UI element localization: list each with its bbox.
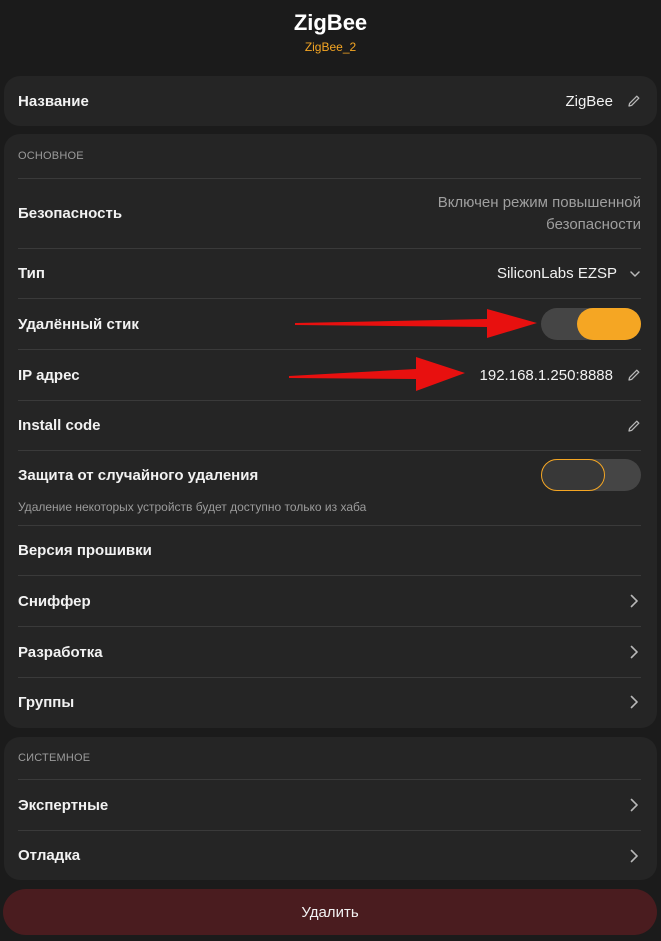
section-title-system: СИСТЕМНОЕ (18, 752, 91, 764)
firmware-label: Версия прошивки (18, 542, 152, 559)
delete-protect-toggle-wrap (541, 459, 641, 491)
chevron-right-icon (630, 695, 638, 709)
chevron-right-icon (630, 645, 638, 659)
section-title-main: ОСНОВНОЕ (18, 150, 84, 162)
chevron-right-icon (630, 849, 638, 862)
divider (18, 450, 641, 451)
install-code-value-group (613, 419, 641, 433)
pencil-icon[interactable] (627, 94, 641, 108)
security-value-line2: безопасности (546, 215, 641, 233)
delete-protect-hint: Удаление некоторых устройств будет досту… (18, 500, 367, 514)
groups-label: Группы (18, 693, 75, 711)
annotation-arrow-icon (289, 357, 465, 391)
type-row[interactable]: Тип SiliconLabs EZSP (18, 249, 641, 298)
toggle-knob (541, 459, 605, 491)
sniffer-label: Сниффер (18, 592, 91, 610)
chevron-down-icon (630, 270, 640, 277)
ip-label: IP адрес (18, 366, 80, 384)
install-code-label: Install code (18, 417, 101, 434)
ip-value: 192.168.1.250:8888 (479, 366, 613, 384)
pencil-icon[interactable] (627, 419, 641, 433)
page-title: ZigBee (293, 10, 368, 35)
chevron-right-icon (630, 798, 638, 812)
main-settings-card: ОСНОВНОЕ Безопасность Включен режим повы… (4, 134, 657, 728)
groups-row[interactable]: Группы (18, 678, 641, 726)
name-card: Название ZigBee (4, 76, 657, 126)
security-value-line1: Включен режим повышенной (437, 193, 641, 211)
name-value-group: ZigBee (565, 93, 641, 110)
name-row[interactable]: Название ZigBee (18, 76, 641, 126)
ip-value-group: 192.168.1.250:8888 (480, 367, 641, 384)
security-row[interactable]: Безопасность Включен режим повышенной бе… (18, 179, 641, 248)
remote-stick-toggle[interactable] (541, 308, 641, 340)
chevron-right-icon (630, 594, 638, 608)
type-value: SiliconLabs EZSP (496, 265, 617, 282)
debug-label: Отладка (18, 847, 81, 864)
annotation-arrow-icon (295, 309, 537, 338)
development-label: Разработка (18, 643, 103, 661)
delete-protect-label: Защита от случайного удаления (18, 466, 259, 484)
sniffer-row[interactable]: Сниффер (18, 576, 641, 626)
install-code-row[interactable]: Install code (18, 401, 641, 450)
page-header: ZigBee ZigBee_2 (0, 0, 661, 72)
firmware-row[interactable]: Версия прошивки (18, 526, 641, 575)
pencil-icon[interactable] (627, 368, 641, 382)
remote-stick-label: Удалённый стик (18, 315, 139, 333)
type-select[interactable]: SiliconLabs EZSP (497, 265, 641, 282)
development-row[interactable]: Разработка (18, 627, 641, 677)
toggle-knob (577, 308, 641, 340)
delete-protect-toggle[interactable] (541, 459, 641, 491)
security-value: Включен режим повышенной безопасности (438, 192, 641, 236)
debug-row[interactable]: Отладка (18, 831, 641, 880)
expert-row[interactable]: Экспертные (18, 780, 641, 830)
system-settings-card: СИСТЕМНОЕ Экспертные Отладка (4, 737, 657, 880)
delete-button[interactable]: Удалить (3, 889, 657, 935)
page-subtitle: ZigBee_2 (304, 40, 357, 54)
type-label: Тип (18, 265, 45, 282)
delete-protect-row: Защита от случайного удаления (18, 457, 641, 493)
security-label: Безопасность (18, 205, 123, 222)
name-value: ZigBee (565, 92, 613, 110)
name-label: Название (18, 92, 89, 110)
expert-label: Экспертные (18, 796, 109, 814)
remote-stick-toggle-wrap (541, 308, 641, 340)
